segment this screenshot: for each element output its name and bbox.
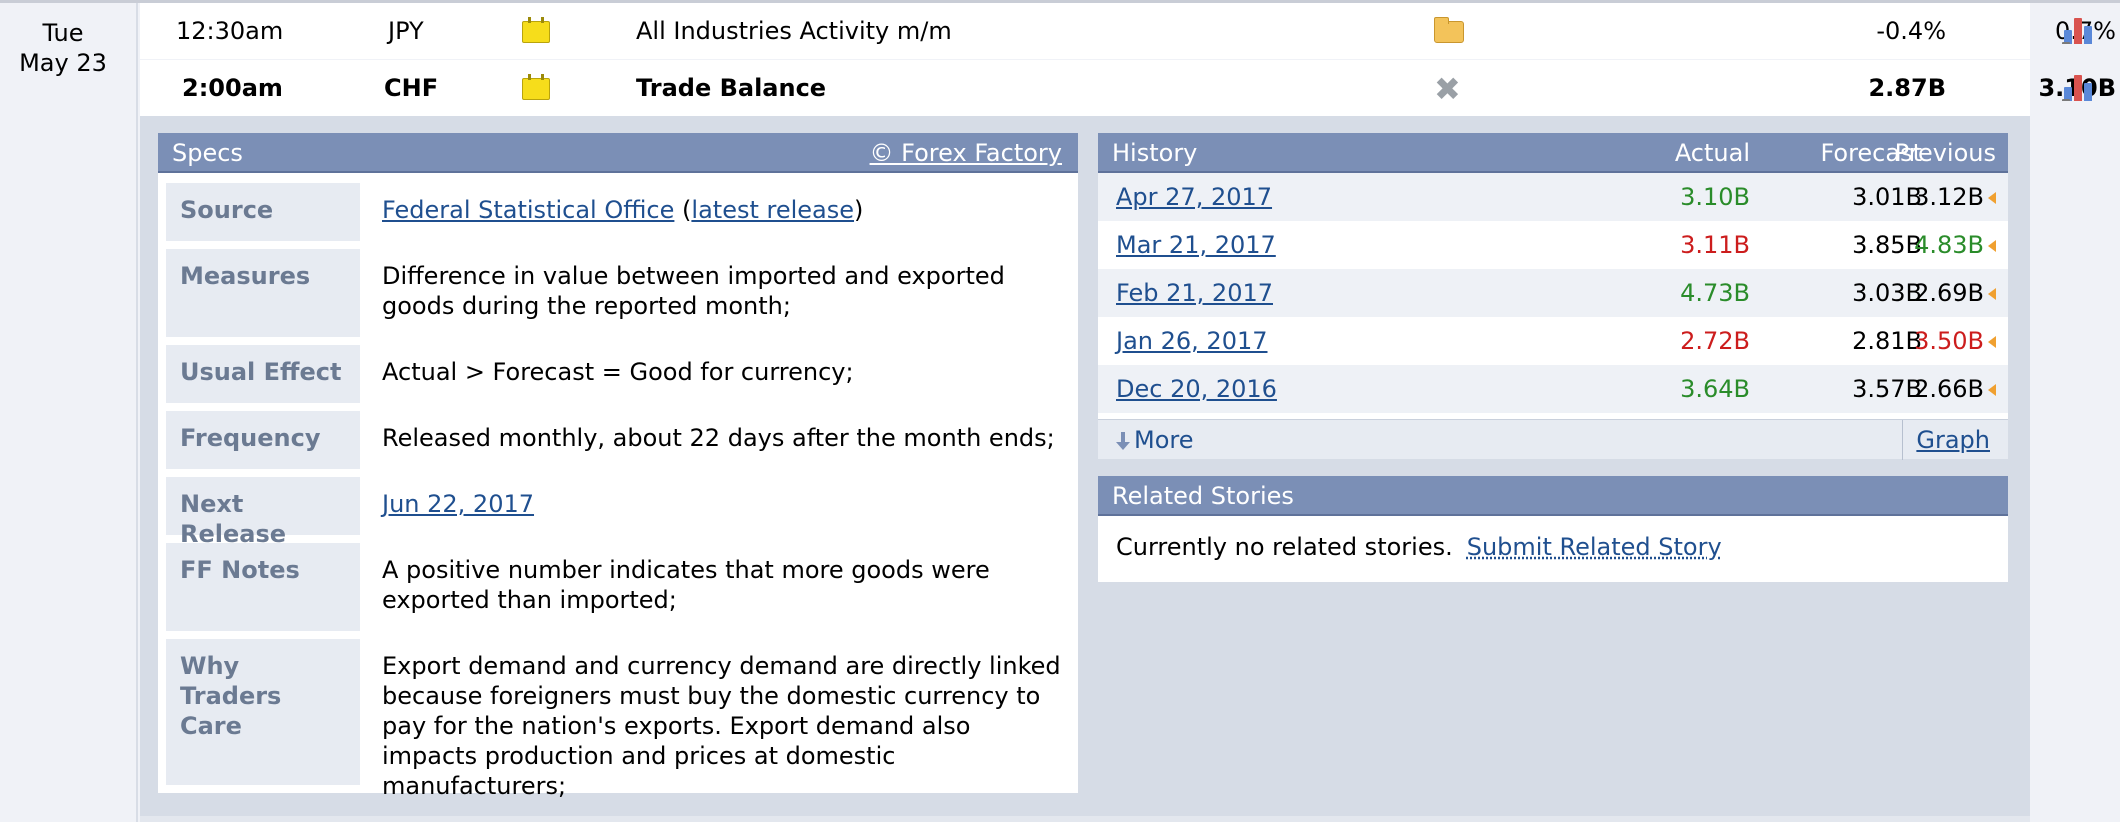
- history-footer: More Graph: [1098, 419, 2008, 460]
- history-col-previous: Previous: [1894, 139, 1996, 167]
- spec-label: Next Release: [166, 477, 360, 548]
- no-stories-text: Currently no related stories.: [1116, 533, 1453, 561]
- event-time: 12:30am: [176, 17, 284, 45]
- more-button[interactable]: More: [1116, 420, 1194, 460]
- close-icon[interactable]: ✖: [1434, 73, 1461, 105]
- history-panel: History Actual Forecast Previous Apr 27,…: [1098, 133, 2008, 460]
- spec-row-measures: Measures Difference in value between imp…: [166, 249, 1070, 337]
- revision-icon: [1988, 192, 1996, 204]
- history-row: Dec 20, 2016 3.64B 3.57B 2.66B: [1098, 365, 2008, 413]
- weekday: Tue: [42, 19, 84, 47]
- history-previous-cell: 4.83B: [1788, 221, 1996, 269]
- specs-title: Specs: [172, 139, 243, 167]
- specs-panel: Specs © Forex Factory Source Federal Sta…: [158, 133, 1078, 800]
- date-column: Tue May 23: [0, 3, 138, 822]
- footer-divider: [1902, 420, 1903, 460]
- spec-row-next-release: Next Release Jun 22, 2017: [166, 477, 1072, 548]
- event-row[interactable]: 12:30am JPY All Industries Activity m/m …: [140, 3, 2116, 59]
- folder-icon[interactable]: [1434, 17, 1464, 43]
- spec-row-why-traders-care: Why Traders Care Export demand and curre…: [166, 639, 1070, 800]
- spec-value: Export demand and currency demand are di…: [382, 652, 1061, 800]
- specs-header: Specs © Forex Factory: [158, 133, 1078, 173]
- history-previous: 4.83B: [1914, 231, 1984, 259]
- paren-open: (: [674, 196, 692, 224]
- history-date-link[interactable]: Dec 20, 2016: [1116, 375, 1277, 403]
- forex-factory-link[interactable]: © Forex Factory: [870, 133, 1062, 173]
- latest-release-link[interactable]: latest release: [691, 196, 854, 224]
- related-stories-panel: Related Stories Currently no related sto…: [1098, 476, 2008, 582]
- spec-value: Difference in value between imported and…: [382, 262, 1005, 320]
- history-row: Apr 27, 2017 3.10B 3.01B 3.12B: [1098, 173, 2008, 221]
- impact-yellow-icon[interactable]: [522, 17, 550, 43]
- spec-label: Usual Effect: [166, 345, 360, 403]
- related-stories-title: Related Stories: [1112, 482, 1294, 510]
- calendar-graph-column: [2030, 3, 2120, 822]
- spec-label: Measures: [166, 249, 360, 337]
- history-row: Mar 21, 2017 3.11B 3.85B 4.83B: [1098, 221, 2008, 269]
- bottom-border: [140, 816, 2030, 822]
- related-stories-body: Currently no related stories. Submit Rela…: [1116, 530, 1722, 564]
- paren-close: ): [854, 196, 864, 224]
- event-time: 2:00am: [182, 74, 283, 102]
- spec-label: Source: [166, 183, 360, 241]
- next-release-link[interactable]: Jun 22, 2017: [382, 490, 534, 518]
- revision-icon: [1988, 336, 1996, 348]
- spec-value: A positive number indicates that more go…: [382, 556, 990, 614]
- history-date-link[interactable]: Feb 21, 2017: [1116, 279, 1273, 307]
- history-previous-cell: 2.66B: [1788, 365, 1996, 413]
- related-stories-header: Related Stories: [1098, 476, 2008, 516]
- spec-row-usual-effect: Usual Effect Actual > Forecast = Good fo…: [166, 345, 1070, 403]
- event-title[interactable]: Trade Balance: [636, 60, 826, 116]
- event-currency: CHF: [384, 74, 439, 102]
- history-date-link[interactable]: Mar 21, 2017: [1116, 231, 1276, 259]
- spec-row-ff-notes: FF Notes A positive number indicates tha…: [166, 543, 1070, 631]
- bar-chart-icon[interactable]: [2062, 18, 2096, 44]
- download-arrow-icon: [1116, 432, 1130, 450]
- graph-link[interactable]: Graph: [1916, 420, 1990, 460]
- history-row: Feb 21, 2017 4.73B 3.03B 2.69B: [1098, 269, 2008, 317]
- spec-label: Frequency: [166, 411, 360, 469]
- history-title: History: [1112, 139, 1198, 167]
- spec-row-frequency: Frequency Released monthly, about 22 day…: [166, 411, 1070, 469]
- spec-value: Actual > Forecast = Good for currency;: [382, 358, 854, 386]
- spec-value: Released monthly, about 22 days after th…: [382, 424, 1055, 452]
- event-row[interactable]: 2:00am CHF Trade Balance ✖ 2.87B 3.10B: [140, 60, 2116, 116]
- spec-row-source: Source Federal Statistical Office (lates…: [166, 183, 1070, 241]
- spec-value: Jun 22, 2017: [382, 477, 1072, 519]
- history-date-link[interactable]: Jan 26, 2017: [1116, 327, 1268, 355]
- revision-icon: [1988, 384, 1996, 396]
- history-previous-cell: 2.69B: [1788, 269, 1996, 317]
- day-date: May 23: [19, 49, 107, 77]
- history-row: Jan 26, 2017 2.72B 2.81B 3.50B: [1098, 317, 2008, 365]
- history-previous: 2.69B: [1914, 279, 1984, 307]
- spec-label: Why Traders Care: [166, 639, 360, 785]
- event-title[interactable]: All Industries Activity m/m: [636, 3, 952, 59]
- history-previous: 3.12B: [1914, 183, 1984, 211]
- spec-value: Federal Statistical Office (latest relea…: [382, 183, 1072, 225]
- history-date-link[interactable]: Apr 27, 2017: [1116, 183, 1272, 211]
- history-previous-cell: 3.50B: [1788, 317, 1996, 365]
- history-previous: 3.50B: [1914, 327, 1984, 355]
- revision-icon: [1988, 288, 1996, 300]
- more-label: More: [1134, 426, 1194, 454]
- spec-label: FF Notes: [166, 543, 360, 631]
- impact-yellow-icon[interactable]: [522, 74, 550, 100]
- submit-related-story-link[interactable]: Submit Related Story: [1467, 533, 1722, 561]
- revision-icon: [1988, 240, 1996, 252]
- history-previous-cell: 3.12B: [1788, 173, 1996, 221]
- history-previous: 2.66B: [1914, 375, 1984, 403]
- date-label: Tue May 23: [0, 18, 126, 78]
- bar-chart-icon[interactable]: [2062, 75, 2096, 101]
- source-link[interactable]: Federal Statistical Office: [382, 196, 674, 224]
- event-currency: JPY: [388, 17, 424, 45]
